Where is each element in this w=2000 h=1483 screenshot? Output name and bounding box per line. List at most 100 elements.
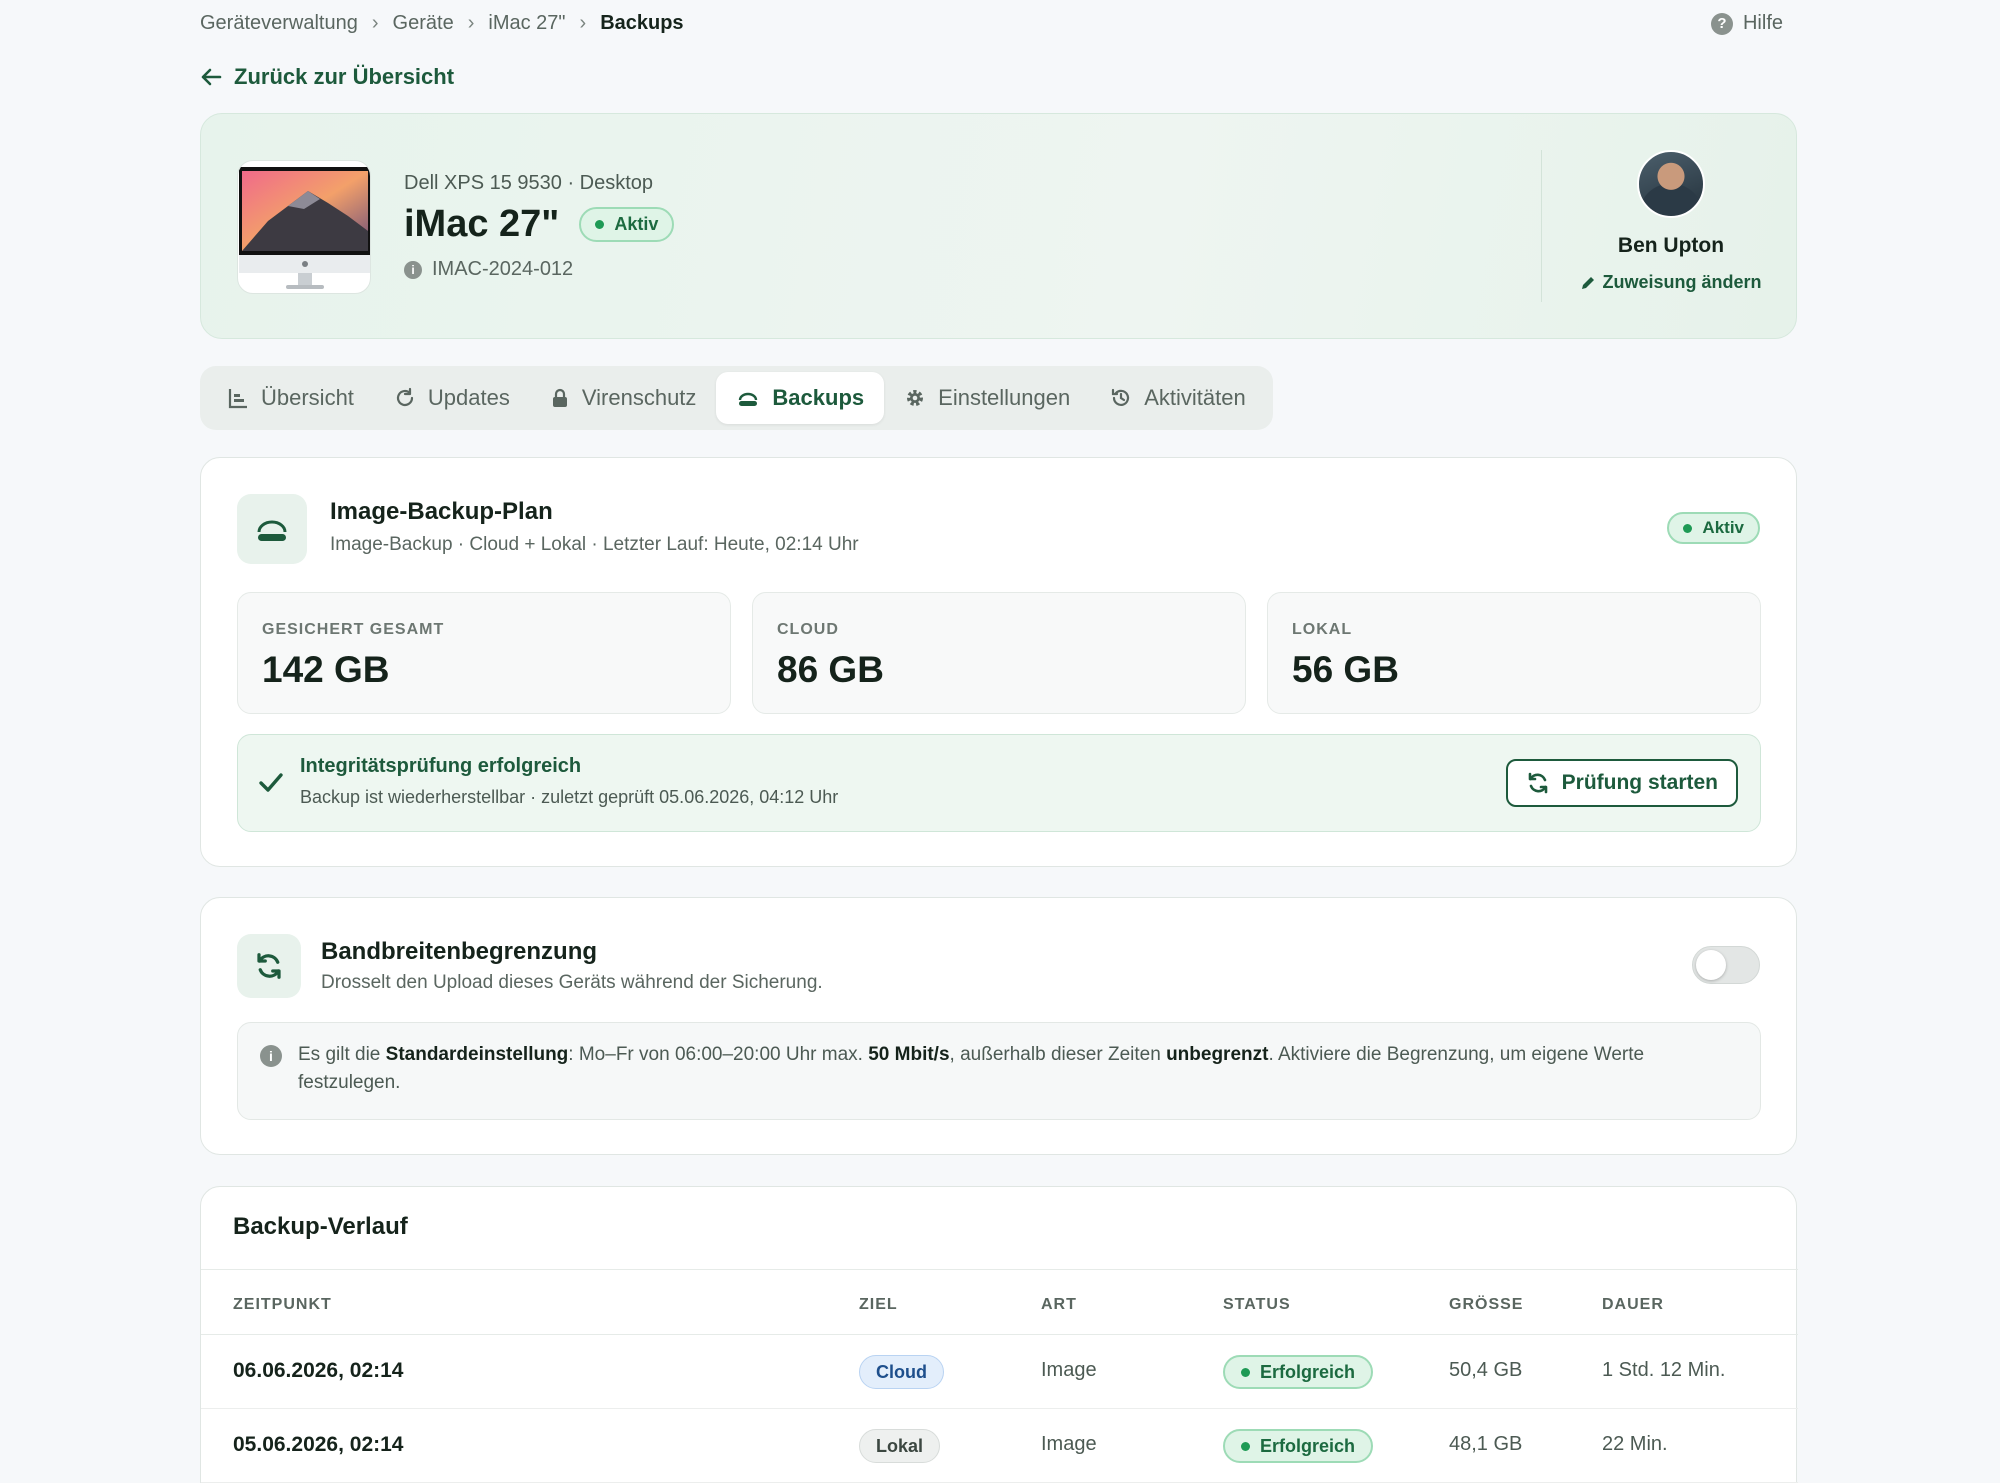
sync-icon — [257, 953, 281, 979]
cell-time: 05.06.2026, 02:14 — [233, 1433, 404, 1456]
divider — [1541, 150, 1542, 302]
gear-icon — [907, 390, 924, 406]
stat-local: LOKAL 56 GB — [1267, 592, 1761, 714]
toggle-knob — [1696, 950, 1726, 980]
cell-duration: 22 Min. — [1602, 1433, 1668, 1455]
status-badge: Erfolgreich — [1223, 1355, 1374, 1389]
info-icon: i — [260, 1045, 282, 1067]
device-title: iMac 27" — [404, 203, 560, 245]
tab-backups[interactable]: Backups — [716, 372, 885, 424]
tab-settings[interactable]: Einstellungen — [884, 372, 1090, 424]
column-header-time[interactable]: ZEITPUNKT — [233, 1296, 332, 1314]
cell-size: 50,4 GB — [1449, 1359, 1523, 1381]
chevron-right-icon: › — [579, 12, 587, 34]
column-header-size[interactable]: GRÖSSE — [1449, 1296, 1523, 1314]
breadcrumb: Geräteverwaltung › Geräte › iMac 27" › B… — [200, 12, 684, 35]
cell-type: Image — [1041, 1359, 1097, 1381]
tab-bar: Übersicht Updates Virenschutz Backups Ei… — [200, 366, 1273, 430]
bandwidth-info-text: Es gilt die Standardeinstellung: Mo–Fr v… — [298, 1041, 1738, 1097]
tab-activities-label: Aktivitäten — [1144, 385, 1246, 410]
info-text-bold: Standardeinstellung — [385, 1044, 569, 1065]
column-header-type[interactable]: ART — [1041, 1296, 1077, 1314]
bandwidth-toggle[interactable] — [1692, 946, 1760, 984]
target-badge: Cloud — [859, 1355, 944, 1389]
bandwidth-card: Bandbreitenbegrenzung Drosselt den Uploa… — [200, 897, 1797, 1155]
backup-plan-status-label: Aktiv — [1702, 518, 1744, 537]
status-dot-icon — [1683, 523, 1693, 533]
refresh-icon — [1528, 772, 1547, 794]
lock-icon — [552, 388, 567, 407]
info-text-part: : Mo–Fr von 06:00–20:00 Uhr max. — [568, 1044, 869, 1065]
change-assignment-label: Zuweisung ändern — [1602, 272, 1762, 292]
status-dot-icon — [1241, 1441, 1250, 1451]
column-header-target[interactable]: ZIEL — [859, 1296, 898, 1314]
info-text-part: , außerhalb dieser Zeiten — [949, 1044, 1167, 1065]
table-row[interactable]: 06.06.2026, 02:14 Cloud Image Erfolgreic… — [201, 1335, 1798, 1409]
chevron-right-icon: › — [467, 12, 475, 34]
breadcrumb-item-device-management[interactable]: Geräteverwaltung — [200, 12, 358, 35]
history-icon — [1112, 388, 1130, 406]
help-label: Hilfe — [1742, 12, 1783, 34]
backup-plan-status-badge: Aktiv — [1667, 512, 1760, 544]
refresh-icon — [396, 387, 414, 407]
status-dot-icon — [1241, 1367, 1250, 1377]
stat-total-value: 142 GB — [262, 649, 390, 690]
cloud-icon — [739, 392, 758, 406]
tab-antivirus-label: Virenschutz — [581, 385, 697, 410]
stat-local-value: 56 GB — [1292, 649, 1399, 690]
tab-settings-label: Einstellungen — [938, 385, 1071, 410]
target-badge: Lokal — [859, 1429, 941, 1463]
cell-time: 06.06.2026, 02:14 — [233, 1359, 404, 1382]
backup-plan-subtitle: Image-Backup · Cloud + Lokal · Letzter L… — [330, 534, 859, 555]
stat-cloud: CLOUD 86 GB — [752, 592, 1246, 714]
back-link[interactable]: Zurück zur Übersicht — [200, 64, 454, 90]
bandwidth-title: Bandbreitenbegrenzung — [321, 938, 598, 965]
device-subtitle: Dell XPS 15 9530 · Desktop — [404, 172, 654, 194]
breadcrumb-item-devices[interactable]: Geräte — [393, 12, 454, 35]
cell-type: Image — [1041, 1433, 1097, 1455]
device-asset-id-label: IMAC-2024-012 — [432, 258, 574, 280]
back-label: Zurück zur Übersicht — [234, 64, 455, 89]
backup-plan-title: Image-Backup-Plan — [330, 498, 553, 525]
check-icon — [259, 773, 283, 792]
bandwidth-subtitle: Drosselt den Upload dieses Geräts währen… — [321, 972, 823, 993]
breadcrumb-item-device[interactable]: iMac 27" — [488, 12, 565, 35]
backup-plan-icon-box — [237, 494, 307, 564]
device-status-badge: Aktiv — [579, 207, 675, 242]
info-text-bold: unbegrenzt — [1166, 1044, 1269, 1065]
assignee: Ben Upton Zuweisung ändern — [1571, 150, 1771, 293]
backup-plan-card: Image-Backup-Plan Image-Backup · Cloud +… — [200, 457, 1797, 867]
tab-overview-label: Übersicht — [261, 385, 354, 410]
stat-cloud-label: CLOUD — [777, 621, 839, 638]
status-label: Erfolgreich — [1260, 1435, 1356, 1456]
bandwidth-info-box: i Es gilt die Standardeinstellung: Mo–Fr… — [237, 1022, 1761, 1120]
status-badge: Erfolgreich — [1223, 1429, 1374, 1463]
integrity-title: Integritätsprüfung erfolgreich — [300, 755, 582, 777]
table-row[interactable]: 05.06.2026, 02:14 Lokal Image Erfolgreic… — [201, 1409, 1798, 1483]
arrow-left-icon — [201, 68, 222, 86]
table-header: ZEITPUNKT ZIEL ART STATUS GRÖSSE DAUER — [201, 1269, 1798, 1335]
backup-history-card: Backup-Verlauf ZEITPUNKT ZIEL ART STATUS… — [200, 1186, 1798, 1483]
info-text-part: Es gilt die — [298, 1044, 386, 1065]
question-icon: ? — [1710, 12, 1733, 35]
cloud-icon — [257, 520, 287, 541]
help-link[interactable]: ? Hilfe — [1710, 12, 1783, 35]
breadcrumb-item-current: Backups — [600, 12, 684, 34]
tab-activities[interactable]: Aktivitäten — [1090, 372, 1266, 424]
info-text-bold: 50 Mbit/s — [868, 1044, 950, 1065]
stat-total: GESICHERT GESAMT 142 GB — [237, 592, 731, 714]
tab-updates[interactable]: Updates — [374, 372, 530, 424]
assignee-name: Ben Upton — [1617, 234, 1725, 257]
tab-antivirus[interactable]: Virenschutz — [530, 372, 717, 424]
change-assignment-link[interactable]: Zuweisung ändern — [1571, 272, 1771, 293]
device-header-card: Dell XPS 15 9530 · Desktop iMac 27" Akti… — [200, 113, 1797, 339]
start-check-button[interactable]: Prüfung starten — [1505, 759, 1738, 807]
status-dot-icon — [595, 220, 605, 229]
chevron-right-icon: › — [371, 12, 379, 34]
tab-overview[interactable]: Übersicht — [207, 372, 374, 424]
avatar — [1637, 150, 1705, 218]
tab-updates-label: Updates — [427, 385, 510, 410]
column-header-status[interactable]: STATUS — [1223, 1296, 1291, 1314]
integrity-subtitle: Backup ist wiederherstellbar · zuletzt g… — [300, 787, 839, 807]
column-header-duration[interactable]: DAUER — [1602, 1296, 1664, 1314]
